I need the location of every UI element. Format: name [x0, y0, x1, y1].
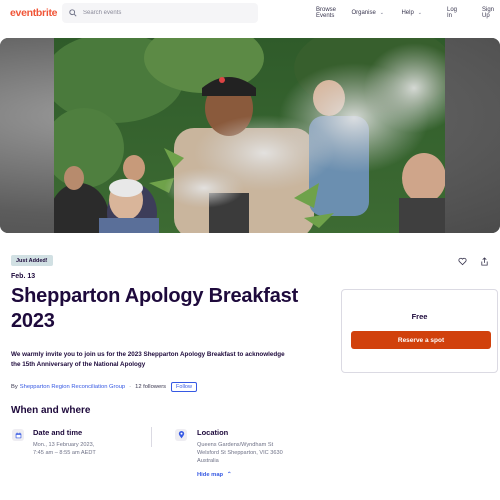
ticket-card: Free Reserve a spot	[341, 289, 498, 373]
top-nav: eventbrite Browse Events Organise⌄ Help⌄…	[0, 0, 500, 26]
heart-icon	[457, 257, 467, 265]
when-and-where-heading: When and where	[11, 405, 91, 416]
calendar-icon	[12, 429, 24, 441]
eventbrite-logo[interactable]: eventbrite	[10, 7, 57, 19]
ticket-price: Free	[411, 312, 428, 321]
date-time-title: Date and time	[33, 428, 83, 437]
address-line: Welsford St Shepparton, VIC 3630	[197, 450, 283, 456]
followers-count: 12 followers	[135, 384, 167, 390]
browse-events-link[interactable]: Browse Events	[316, 7, 336, 19]
venue-line: Queens Gardens/Wyndham St	[197, 442, 274, 448]
location-pin-icon	[175, 429, 187, 441]
help-menu[interactable]: Help ⌄	[401, 10, 422, 16]
info-divider	[151, 427, 152, 447]
date-line: Mon., 13 February 2023,	[33, 442, 95, 448]
login-link[interactable]: Log In	[447, 7, 457, 19]
reserve-spot-button[interactable]: Reserve a spot	[351, 331, 491, 349]
hero-event-image	[54, 38, 445, 233]
signup-link[interactable]: Sign Up	[482, 7, 494, 19]
hide-map-link[interactable]: Hide map ⌃	[197, 471, 232, 478]
search-bar[interactable]	[62, 3, 258, 23]
country-line: Australia	[197, 458, 219, 464]
organizer-by-label: By	[11, 384, 18, 390]
organizer-row: By Shepparton Region Reconciliation Grou…	[11, 382, 197, 392]
event-date-short: Feb. 13	[11, 273, 36, 280]
chevron-down-icon: ⌄	[379, 10, 384, 16]
share-button[interactable]	[478, 255, 490, 267]
like-button[interactable]	[456, 255, 468, 267]
follow-button[interactable]: Follow	[171, 382, 197, 392]
organizer-name-link[interactable]: Shepparton Region Reconciliation Group	[20, 384, 125, 390]
search-icon	[69, 9, 77, 17]
location-title: Location	[197, 428, 229, 437]
hero-banner	[0, 38, 500, 233]
event-title: Shepparton Apology Breakfast 2023	[11, 285, 299, 332]
separator-dot: ·	[129, 384, 132, 390]
organise-menu[interactable]: Organise ⌄	[351, 10, 384, 16]
just-added-badge: Just Added!	[11, 255, 53, 266]
time-line: 7:45 am – 8:55 am AEDT	[33, 450, 96, 456]
event-description: We warmly invite you to join us for the …	[11, 351, 285, 368]
search-input[interactable]	[83, 10, 243, 16]
share-icon	[480, 256, 488, 266]
chevron-up-icon: ⌃	[226, 472, 232, 478]
chevron-down-icon: ⌄	[417, 10, 422, 16]
